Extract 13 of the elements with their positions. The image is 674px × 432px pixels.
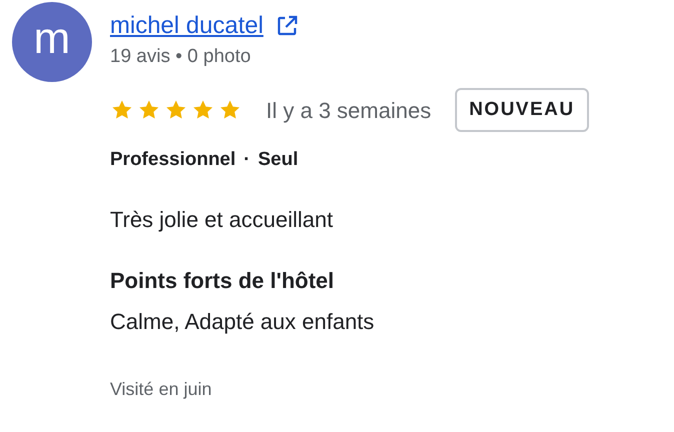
review-text: Très jolie et accueillant [110,206,334,234]
visit-date: Visité en juin [110,378,213,401]
review-time: Il y a 3 semaines [266,96,432,125]
external-link-icon[interactable] [275,14,300,38]
trip-type: Professionnel [110,148,236,172]
reviewer-stats: 19 avis • 0 photo [110,45,252,69]
separator-dot: · [244,148,250,172]
new-label: NOUVEAU [455,88,589,132]
highlights-title: Points forts de l'hôtel [110,266,336,294]
avatar-letter: m [34,17,70,61]
reviewer-name-link[interactable]: michel ducatel [110,10,264,42]
highlights-text: Calme, Adapté aux enfants [110,308,376,336]
travel-company: Seul [258,148,298,172]
